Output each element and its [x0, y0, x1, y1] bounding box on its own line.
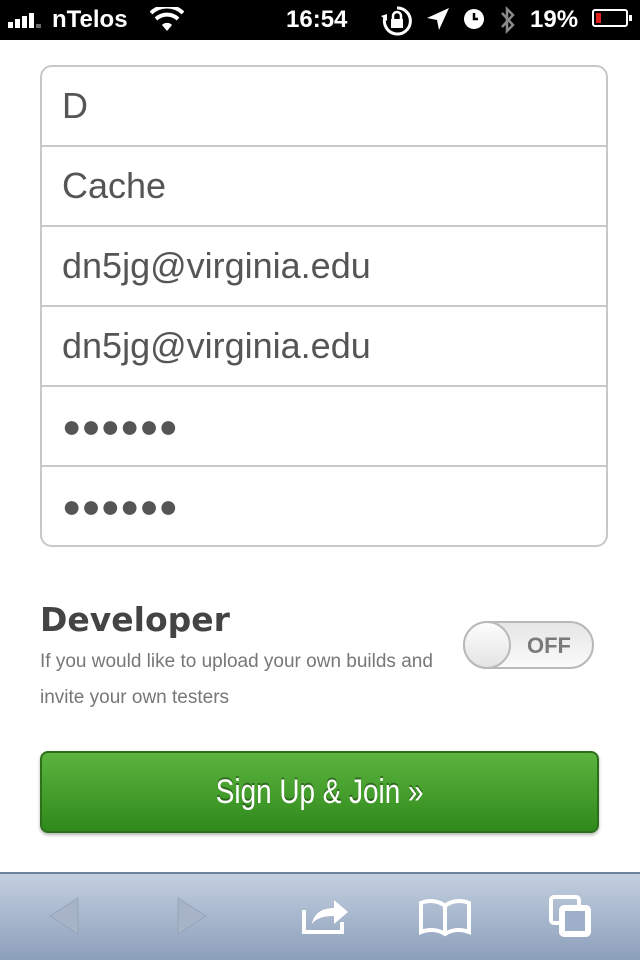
developer-description: If you would like to upload your own bui…	[40, 651, 433, 708]
tabs-icon[interactable]	[548, 894, 596, 938]
wifi-icon	[149, 4, 185, 40]
first-name-input[interactable]	[62, 85, 582, 127]
battery-percentage: 19%	[530, 6, 579, 33]
password-confirm-field-row[interactable]: ●●●●●●	[42, 467, 606, 545]
status-bar: nTelos 16:54 19%	[0, 0, 640, 40]
password-input[interactable]: ●●●●●●	[62, 408, 178, 445]
signup-page: ●●●●●● ●●●●●● Developer If you would lik…	[0, 40, 640, 872]
email-field-row	[42, 227, 606, 307]
safari-toolbar	[0, 872, 640, 960]
share-icon[interactable]	[298, 894, 352, 938]
location-icon	[426, 7, 450, 38]
email-confirm-field-row	[42, 307, 606, 387]
toggle-state-label: OFF	[527, 633, 571, 658]
email-input[interactable]	[62, 245, 582, 287]
signup-button-label: Sign Up & Join »	[215, 772, 424, 811]
battery-icon	[592, 9, 632, 27]
battery-level-fill	[596, 13, 601, 23]
signal-strength-icon	[8, 12, 41, 28]
battery-tip	[629, 15, 632, 21]
orientation-lock-icon	[380, 5, 414, 44]
last-name-input[interactable]	[62, 165, 582, 207]
developer-toggle[interactable]: OFF	[463, 621, 594, 669]
bookmarks-icon[interactable]	[418, 894, 472, 938]
bluetooth-icon	[498, 4, 518, 43]
forward-arrow-icon[interactable]	[172, 894, 220, 938]
signup-form: ●●●●●● ●●●●●●	[40, 65, 608, 547]
back-arrow-icon[interactable]	[44, 894, 92, 938]
password-field-row[interactable]: ●●●●●●	[42, 387, 606, 467]
alarm-clock-icon	[463, 8, 485, 37]
status-time: 16:54	[286, 6, 348, 33]
toggle-knob[interactable]	[463, 621, 511, 669]
last-name-field-row	[42, 147, 606, 227]
signup-join-button[interactable]: Sign Up & Join »	[40, 751, 599, 833]
email-confirm-input[interactable]	[62, 325, 582, 367]
carrier-name: nTelos	[52, 6, 128, 33]
developer-title: Developer	[40, 600, 230, 639]
password-confirm-input[interactable]: ●●●●●●	[62, 488, 178, 525]
first-name-field-row	[42, 67, 606, 147]
